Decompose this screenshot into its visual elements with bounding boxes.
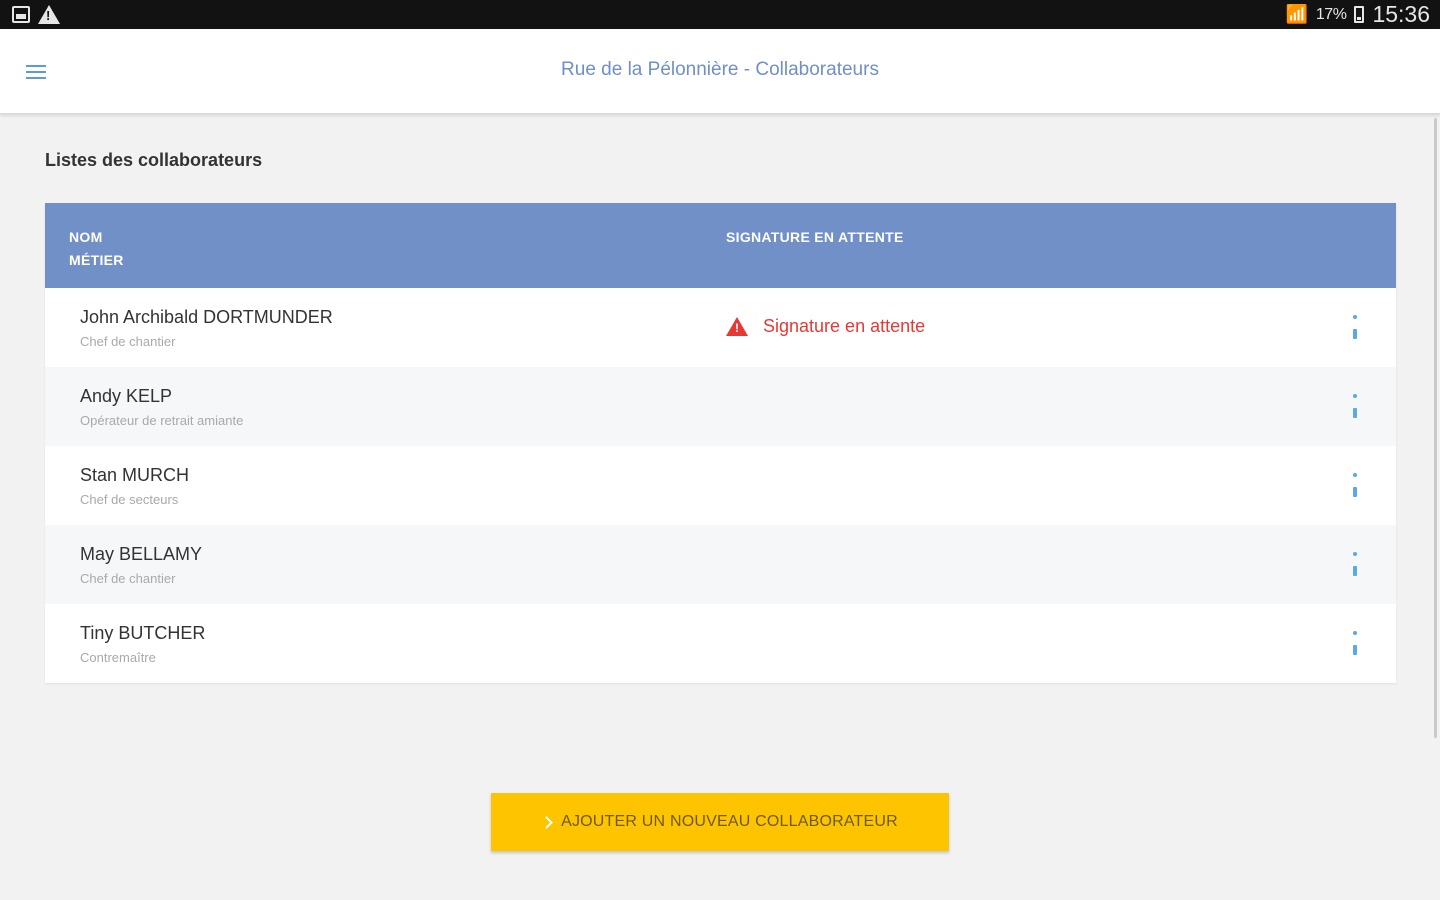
table-row[interactable]: John Archibald DORTMUNDER Chef de chanti…	[45, 288, 1396, 367]
collaborator-job: Chef de chantier	[80, 334, 176, 349]
status-bar: 📶 17% 15:36	[0, 0, 1440, 29]
chevron-right-icon	[540, 815, 553, 829]
table-row[interactable]: Stan MURCH Chef de secteurs	[45, 446, 1396, 525]
more-options-icon[interactable]	[1351, 473, 1359, 497]
table-header: NOM MÉTIER SIGNATURE EN ATTENTE	[45, 203, 1396, 288]
more-options-icon[interactable]	[1351, 315, 1359, 339]
collaborators-table: NOM MÉTIER SIGNATURE EN ATTENTE John Arc…	[45, 203, 1396, 683]
battery-icon	[1354, 6, 1365, 23]
collaborator-job: Contremaître	[80, 650, 156, 665]
column-header-signature: SIGNATURE EN ATTENTE	[726, 229, 904, 245]
more-options-icon[interactable]	[1351, 631, 1359, 655]
battery-percent: 17%	[1315, 5, 1347, 23]
more-options-icon[interactable]	[1351, 394, 1359, 418]
signal-icon: 📶	[1285, 4, 1308, 24]
column-header-job: MÉTIER	[69, 252, 124, 268]
collaborator-job: Chef de secteurs	[80, 492, 179, 507]
collaborator-job: Chef de chantier	[80, 571, 176, 586]
page-title: Rue de la Pélonnière - Collaborateurs	[561, 59, 879, 80]
collaborator-name: Andy KELP	[80, 386, 173, 406]
scrollbar[interactable]	[1434, 118, 1437, 738]
signature-status: Signature en attente	[726, 316, 925, 337]
column-header-name: NOM	[69, 229, 103, 245]
collaborator-name: Stan MURCH	[80, 465, 190, 485]
table-row[interactable]: Andy KELP Opérateur de retrait amiante	[45, 367, 1396, 446]
add-collaborator-button[interactable]: AJOUTER UN NOUVEAU COLLABORATEUR	[491, 793, 949, 851]
warning-icon	[726, 317, 748, 336]
gallery-icon	[12, 6, 30, 23]
collaborator-name: John Archibald DORTMUNDER	[80, 307, 333, 327]
section-title: Listes des collaborateurs	[45, 150, 263, 170]
table-row[interactable]: May BELLAMY Chef de chantier	[45, 525, 1396, 604]
collaborator-name: Tiny BUTCHER	[80, 623, 206, 643]
column-header-name-job: NOM MÉTIER	[69, 226, 124, 272]
status-bar-right: 📶 17% 15:36	[1285, 1, 1430, 28]
table-row[interactable]: Tiny BUTCHER Contremaître	[45, 604, 1396, 683]
more-options-icon[interactable]	[1351, 552, 1359, 576]
app-header: Rue de la Pélonnière - Collaborateurs	[0, 29, 1440, 114]
collaborator-job: Opérateur de retrait amiante	[80, 413, 244, 428]
warning-icon	[38, 5, 60, 24]
add-collaborator-label: AJOUTER UN NOUVEAU COLLABORATEUR	[561, 813, 898, 830]
collaborator-name: May BELLAMY	[80, 544, 203, 564]
signature-status-text: Signature en attente	[763, 316, 926, 336]
clock: 15:36	[1372, 1, 1430, 27]
status-bar-left	[12, 5, 60, 24]
